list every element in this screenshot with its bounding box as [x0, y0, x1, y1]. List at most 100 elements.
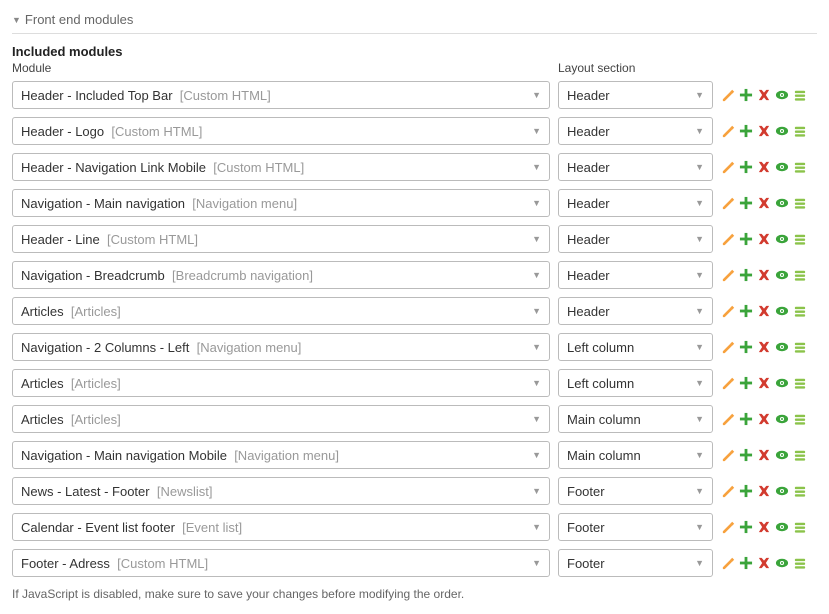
module-select[interactable]: Navigation - Breadcrumb [Breadcrumb navi… [12, 261, 550, 289]
toggle-visibility-icon[interactable] [775, 340, 789, 354]
delete-icon[interactable] [757, 88, 771, 102]
module-select[interactable]: Calendar - Event list footer [Event list… [12, 513, 550, 541]
add-icon[interactable] [739, 340, 753, 354]
layout-select[interactable]: Header▼ [558, 189, 713, 217]
toggle-visibility-icon[interactable] [775, 376, 789, 390]
layout-select[interactable]: Header▼ [558, 297, 713, 325]
module-select[interactable]: Header - Included Top Bar [Custom HTML]▼ [12, 81, 550, 109]
drag-handle-icon[interactable] [793, 232, 807, 246]
toggle-visibility-icon[interactable] [775, 304, 789, 318]
module-name: Calendar - Event list footer [21, 520, 175, 535]
module-select[interactable]: Articles [Articles]▼ [12, 297, 550, 325]
chevron-down-icon: ▼ [695, 162, 704, 172]
layout-select[interactable]: Header▼ [558, 81, 713, 109]
layout-select[interactable]: Header▼ [558, 225, 713, 253]
edit-icon[interactable] [721, 520, 735, 534]
module-select[interactable]: Footer - Adress [Custom HTML]▼ [12, 549, 550, 577]
module-select[interactable]: Articles [Articles]▼ [12, 405, 550, 433]
delete-icon[interactable] [757, 304, 771, 318]
chevron-down-icon: ▼ [532, 270, 541, 280]
edit-icon[interactable] [721, 160, 735, 174]
edit-icon[interactable] [721, 484, 735, 498]
layout-select[interactable]: Main column▼ [558, 441, 713, 469]
drag-handle-icon[interactable] [793, 520, 807, 534]
drag-handle-icon[interactable] [793, 484, 807, 498]
module-select[interactable]: News - Latest - Footer [Newslist]▼ [12, 477, 550, 505]
toggle-visibility-icon[interactable] [775, 196, 789, 210]
layout-select[interactable]: Header▼ [558, 261, 713, 289]
toggle-visibility-icon[interactable] [775, 268, 789, 282]
add-icon[interactable] [739, 412, 753, 426]
panel-header[interactable]: ▼ Front end modules [12, 12, 817, 34]
module-select[interactable]: Header - Logo [Custom HTML]▼ [12, 117, 550, 145]
layout-select[interactable]: Footer▼ [558, 513, 713, 541]
edit-icon[interactable] [721, 448, 735, 462]
drag-handle-icon[interactable] [793, 124, 807, 138]
module-select[interactable]: Header - Navigation Link Mobile [Custom … [12, 153, 550, 181]
layout-select[interactable]: Header▼ [558, 117, 713, 145]
toggle-visibility-icon[interactable] [775, 232, 789, 246]
delete-icon[interactable] [757, 376, 771, 390]
toggle-visibility-icon[interactable] [775, 412, 789, 426]
drag-handle-icon[interactable] [793, 196, 807, 210]
add-icon[interactable] [739, 556, 753, 570]
add-icon[interactable] [739, 160, 753, 174]
add-icon[interactable] [739, 232, 753, 246]
module-select[interactable]: Header - Line [Custom HTML]▼ [12, 225, 550, 253]
toggle-visibility-icon[interactable] [775, 484, 789, 498]
toggle-visibility-icon[interactable] [775, 124, 789, 138]
delete-icon[interactable] [757, 232, 771, 246]
delete-icon[interactable] [757, 448, 771, 462]
edit-icon[interactable] [721, 88, 735, 102]
toggle-visibility-icon[interactable] [775, 556, 789, 570]
edit-icon[interactable] [721, 340, 735, 354]
toggle-visibility-icon[interactable] [775, 520, 789, 534]
module-select[interactable]: Navigation - Main navigation Mobile [Nav… [12, 441, 550, 469]
layout-select[interactable]: Left column▼ [558, 369, 713, 397]
add-icon[interactable] [739, 520, 753, 534]
add-icon[interactable] [739, 448, 753, 462]
drag-handle-icon[interactable] [793, 376, 807, 390]
toggle-visibility-icon[interactable] [775, 88, 789, 102]
edit-icon[interactable] [721, 232, 735, 246]
drag-handle-icon[interactable] [793, 160, 807, 174]
edit-icon[interactable] [721, 196, 735, 210]
delete-icon[interactable] [757, 160, 771, 174]
delete-icon[interactable] [757, 196, 771, 210]
add-icon[interactable] [739, 268, 753, 282]
layout-select[interactable]: Footer▼ [558, 549, 713, 577]
toggle-visibility-icon[interactable] [775, 448, 789, 462]
module-select[interactable]: Articles [Articles]▼ [12, 369, 550, 397]
drag-handle-icon[interactable] [793, 304, 807, 318]
delete-icon[interactable] [757, 520, 771, 534]
edit-icon[interactable] [721, 556, 735, 570]
delete-icon[interactable] [757, 340, 771, 354]
layout-select[interactable]: Footer▼ [558, 477, 713, 505]
delete-icon[interactable] [757, 556, 771, 570]
add-icon[interactable] [739, 304, 753, 318]
edit-icon[interactable] [721, 124, 735, 138]
add-icon[interactable] [739, 196, 753, 210]
delete-icon[interactable] [757, 412, 771, 426]
drag-handle-icon[interactable] [793, 412, 807, 426]
add-icon[interactable] [739, 484, 753, 498]
add-icon[interactable] [739, 124, 753, 138]
chevron-down-icon: ▼ [532, 522, 541, 532]
add-icon[interactable] [739, 88, 753, 102]
module-select[interactable]: Navigation - Main navigation [Navigation… [12, 189, 550, 217]
delete-icon[interactable] [757, 124, 771, 138]
toggle-visibility-icon[interactable] [775, 160, 789, 174]
drag-handle-icon[interactable] [793, 448, 807, 462]
layout-select[interactable]: Left column▼ [558, 333, 713, 361]
layout-select[interactable]: Header▼ [558, 153, 713, 181]
delete-icon[interactable] [757, 268, 771, 282]
add-icon[interactable] [739, 376, 753, 390]
edit-icon[interactable] [721, 268, 735, 282]
drag-handle-icon[interactable] [793, 556, 807, 570]
module-select[interactable]: Navigation - 2 Columns - Left [Navigatio… [12, 333, 550, 361]
drag-handle-icon[interactable] [793, 268, 807, 282]
drag-handle-icon[interactable] [793, 340, 807, 354]
delete-icon[interactable] [757, 484, 771, 498]
layout-select[interactable]: Main column▼ [558, 405, 713, 433]
drag-handle-icon[interactable] [793, 88, 807, 102]
